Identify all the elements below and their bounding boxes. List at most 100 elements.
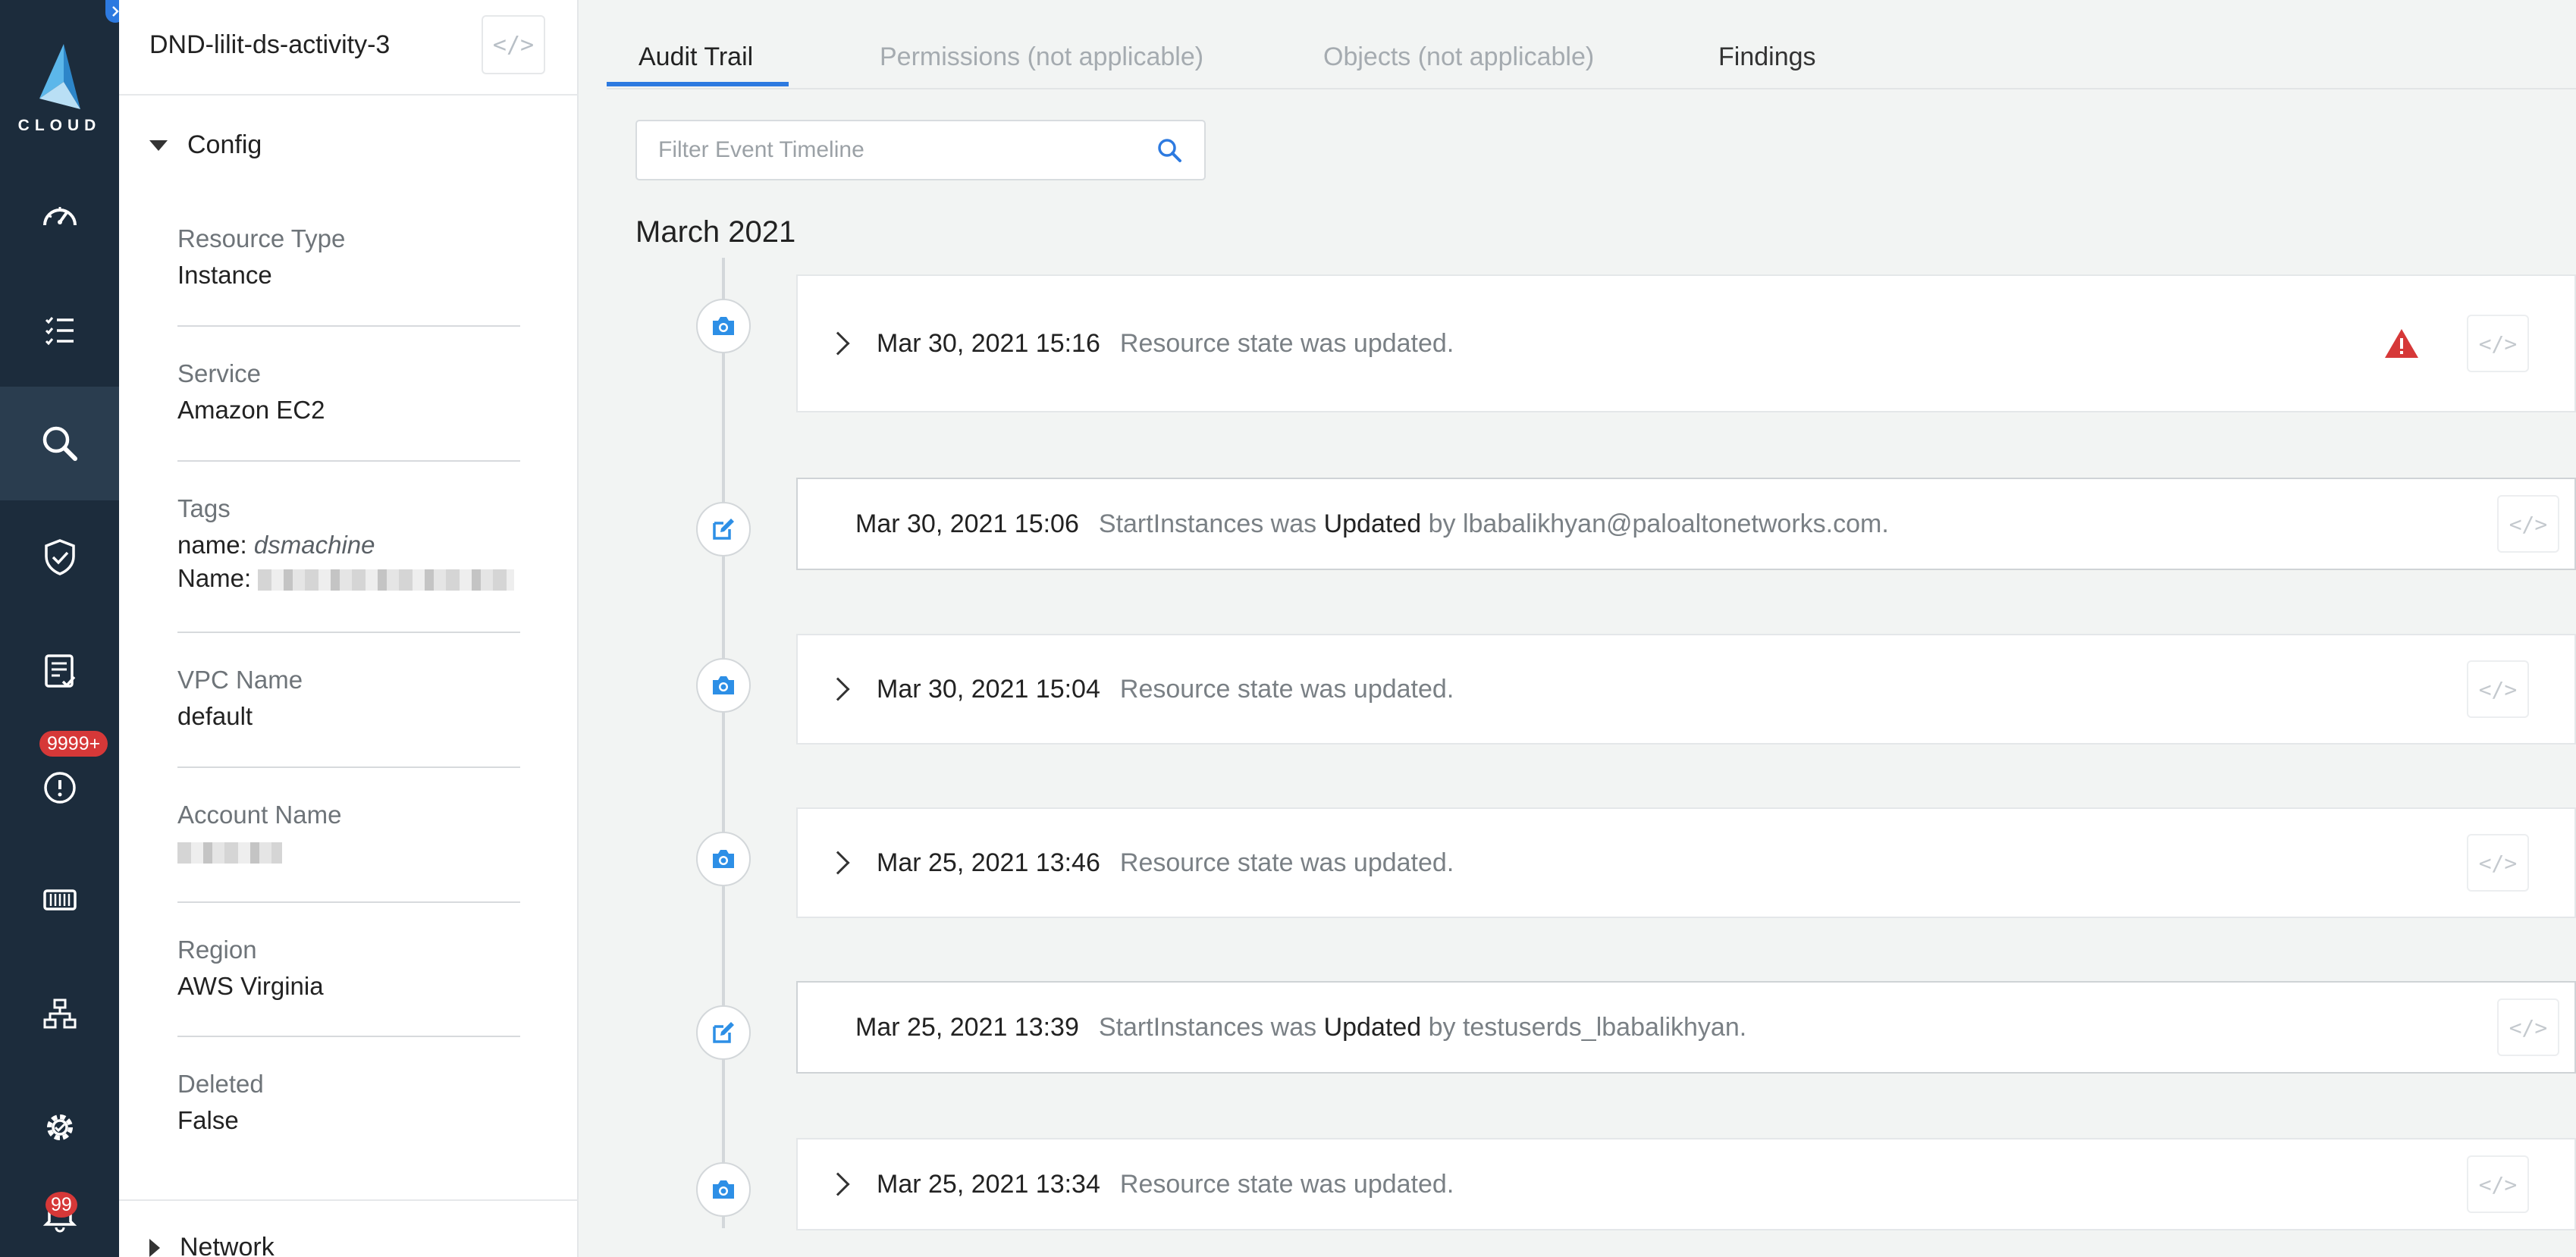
tag-row-2: Name: [177,564,520,593]
camera-icon [713,317,734,335]
chevron-right-icon[interactable] [826,851,850,875]
view-json-button[interactable]: </> [2467,1155,2529,1213]
timeline-event[interactable]: Mar 30, 2021 15:06 StartInstances was Up… [796,478,2576,570]
checklist-icon [45,317,74,346]
notifications-count-badge: 99 [45,1192,77,1218]
panel-header: DND-lilit-ds-activity-3 </> [119,0,579,96]
tab-findings[interactable]: Findings [1718,42,1816,72]
logo-text: CLOUD [17,117,102,134]
chevron-right-icon[interactable] [826,677,850,701]
tab-audit-trail[interactable]: Audit Trail [639,42,753,72]
event-desc-suffix: by lbabalikhyan@paloaltonetworks.com. [1428,509,1889,538]
view-json-button[interactable]: </> [2497,495,2559,553]
caret-down-icon [149,139,168,151]
field-value: Instance [177,261,272,289]
logo[interactable]: CLOUD [0,38,119,144]
tag-row-1: name: dsmachine [177,531,520,560]
event-date: Mar 30, 2021 15:04 [877,674,1100,704]
event-row: Mar 30, 2021 15:04 Resource state was up… [798,635,1454,743]
view-json-button[interactable]: </> [2467,315,2529,372]
event-description: Resource state was updated. [1119,674,1454,704]
event-date: Mar 25, 2021 13:39 [855,1012,1079,1042]
field-deleted: Deleted False [177,1070,520,1135]
config-section-toggle[interactable]: Config [149,130,262,160]
tab-permissions[interactable]: Permissions (not applicable) [880,42,1203,72]
compute-container-icon [42,889,77,911]
field-value: default [177,702,253,730]
timeline-node [696,1162,751,1217]
view-json-button[interactable]: </> [2467,834,2529,892]
divider [177,325,520,327]
event-row: Mar 25, 2021 13:39 StartInstances was Up… [855,983,1746,1072]
tag-key: Name: [177,564,252,592]
field-label: Tags [177,494,231,522]
code-icon: </> [2509,1014,2548,1040]
timeline-event[interactable]: Mar 30, 2021 15:04 Resource state was up… [796,634,2576,744]
timeline-node [696,658,751,713]
timeline-node [696,1005,751,1060]
divider [177,1036,520,1037]
chevron-right-icon[interactable] [826,331,850,356]
code-icon: </> [2509,511,2548,537]
timeline-node [696,832,751,886]
timeline-node [696,502,751,556]
event-date: Mar 30, 2021 15:06 [855,509,1079,538]
timeline-event[interactable]: Mar 25, 2021 13:39 StartInstances was Up… [796,981,2576,1074]
search-icon[interactable] [1156,136,1184,165]
camera-icon [713,850,734,868]
compliance-report-icon [44,654,75,688]
field-label: Service [177,359,262,387]
chevron-right-icon[interactable] [826,1172,850,1196]
view-json-button[interactable]: </> [482,15,545,74]
divider [177,766,520,768]
code-icon: </> [2478,331,2518,356]
timeline-event[interactable]: Mar 25, 2021 13:46 Resource state was up… [796,807,2576,918]
field-label: Resource Type [177,224,346,252]
edit-icon [713,519,734,540]
event-description: Resource state was updated. [1119,848,1454,877]
warning-icon [2385,329,2418,358]
redacted-value [258,569,515,591]
timeline-event[interactable]: Mar 25, 2021 13:34 Resource state was up… [796,1138,2576,1230]
event-action: Updated [1323,1012,1422,1042]
field-value [177,837,520,866]
field-value: False [177,1106,239,1134]
nav-compute[interactable] [0,843,119,957]
event-row: Mar 30, 2021 15:16 Resource state was up… [798,276,1454,411]
network-section-toggle[interactable]: Network [149,1233,275,1257]
event-desc-suffix: by testuserds_lbabalikhyan. [1428,1012,1747,1042]
logo-mark-icon [39,44,80,109]
code-icon: </> [2478,1171,2518,1197]
nav-network[interactable] [0,957,119,1070]
event-row: Mar 25, 2021 13:34 Resource state was up… [798,1139,1454,1229]
view-json-button[interactable]: </> [2467,660,2529,718]
nav-checklist[interactable] [0,274,119,387]
field-label: Account Name [177,801,342,829]
camera-icon [713,676,734,694]
event-row: Mar 25, 2021 13:46 Resource state was up… [798,809,1454,917]
tab-objects[interactable]: Objects (not applicable) [1323,42,1594,72]
nav-compliance[interactable] [0,614,119,728]
event-date: Mar 25, 2021 13:34 [877,1169,1100,1199]
view-json-button[interactable]: </> [2497,998,2559,1056]
field-label: Deleted [177,1070,264,1098]
event-desc-prefix: StartInstances was [1098,509,1317,538]
divider [177,901,520,903]
field-value: AWS Virginia [177,972,324,1000]
timeline-event[interactable]: Mar 30, 2021 15:16 Resource state was up… [796,274,2576,412]
resource-config-panel: DND-lilit-ds-activity-3 </> Config Resou… [119,0,579,1257]
timeline-month-heading: March 2021 [635,215,796,249]
divider [177,632,520,633]
resource-title: DND-lilit-ds-activity-3 [149,30,391,59]
nav-policies[interactable] [0,500,119,614]
camera-icon [713,1180,734,1199]
field-account-name: Account Name [177,801,520,866]
field-value: Amazon EC2 [177,396,325,424]
nav-investigate[interactable] [0,387,119,500]
filter-event-input[interactable] [658,135,1144,165]
network-label: Network [180,1233,275,1257]
event-date: Mar 25, 2021 13:46 [877,848,1100,877]
left-navigation: CLOUD 9999+ 99 [0,0,125,1257]
field-service: Service Amazon EC2 [177,359,520,425]
nav-dashboard[interactable] [0,161,119,274]
